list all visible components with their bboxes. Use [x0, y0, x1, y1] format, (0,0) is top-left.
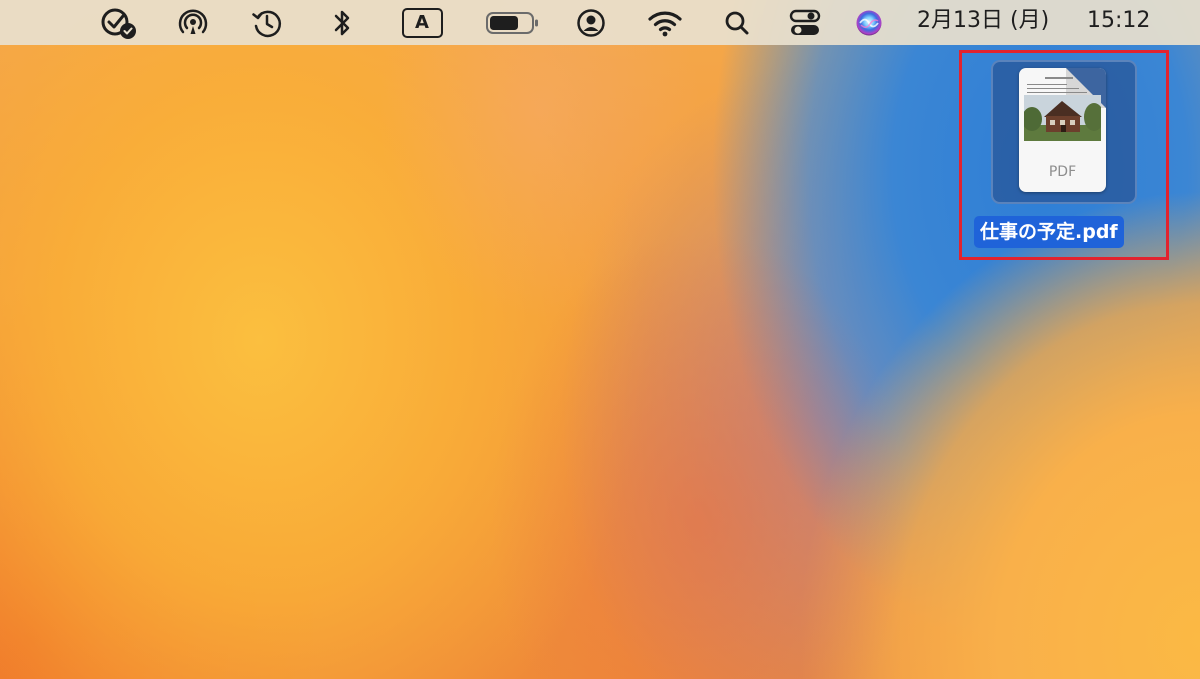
input-source-label: A — [401, 7, 443, 38]
battery-icon[interactable] — [484, 0, 540, 45]
airdrop-icon[interactable] — [175, 0, 211, 45]
menu-bar: A 2月13日 (月) 15:12 — [0, 0, 1200, 45]
menu-bar-date[interactable]: 2月13日 (月) — [917, 0, 1049, 42]
annotation-highlight-box — [959, 50, 1169, 260]
spotlight-search-icon[interactable] — [722, 0, 752, 45]
wifi-icon[interactable] — [646, 0, 684, 45]
bluetooth-icon[interactable] — [330, 0, 354, 45]
control-center-icon[interactable] — [788, 0, 822, 45]
time-machine-icon[interactable] — [249, 0, 285, 45]
input-source-icon[interactable]: A — [399, 0, 445, 45]
user-account-icon[interactable] — [575, 0, 607, 45]
siri-icon[interactable] — [853, 0, 885, 45]
task-check-icon[interactable] — [98, 0, 140, 45]
menu-bar-clock[interactable]: 15:12 — [1087, 0, 1150, 42]
desktop[interactable]: A 2月13日 (月) 15:12 PDF 仕事の予定.pdf — [0, 0, 1200, 679]
